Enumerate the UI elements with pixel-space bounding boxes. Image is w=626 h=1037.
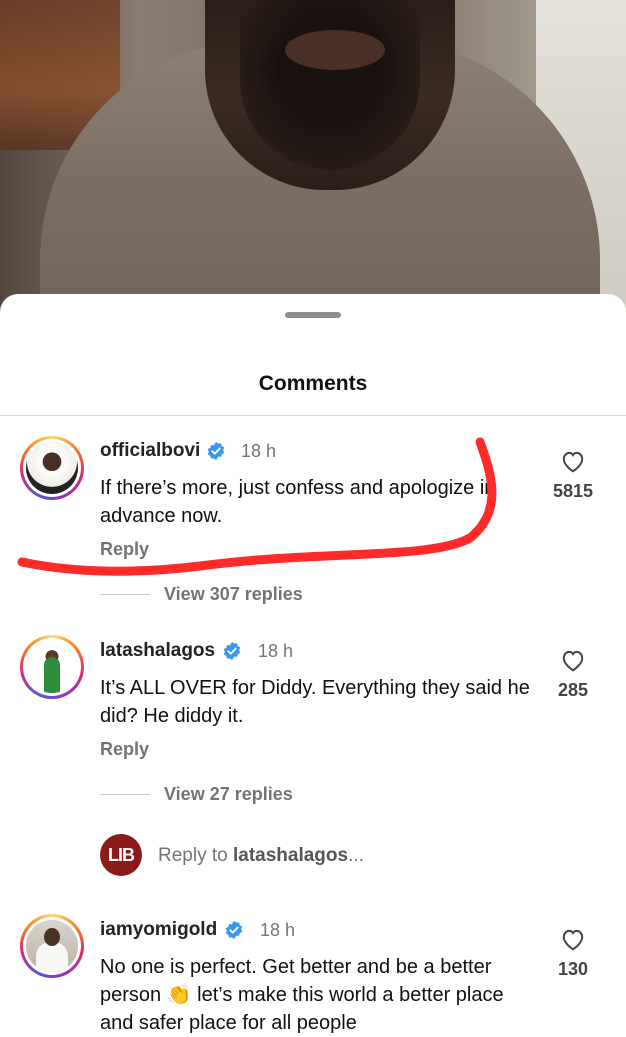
like-count: 130 — [557, 959, 589, 979]
view-replies-button[interactable]: View 27 replies — [164, 784, 293, 805]
view-replies-button[interactable]: View 307 replies — [164, 584, 303, 605]
verified-badge-icon — [207, 441, 225, 461]
reply-button[interactable]: Reply — [100, 739, 149, 760]
reply-to-prefix: Reply to — [158, 845, 233, 866]
comment-text: If there’s more, just confess and apolog… — [100, 477, 496, 527]
comment-text: No one is perfect. Get better and be a b… — [100, 956, 504, 1034]
comment-username[interactable]: iamyomigold — [100, 919, 217, 941]
verified-badge-icon — [223, 641, 241, 661]
verified-badge-icon — [225, 920, 243, 940]
comments-sheet: Comments — [0, 294, 626, 1024]
replies-divider — [100, 794, 150, 795]
sheet-drag-handle[interactable] — [285, 312, 341, 318]
avatar[interactable] — [20, 436, 84, 500]
avatar-image — [26, 641, 78, 693]
sheet-title: Comments — [258, 372, 368, 395]
comment-username[interactable]: officialbovi — [100, 440, 200, 462]
current-user-avatar: LIB — [100, 834, 142, 876]
comment-username[interactable]: latashalagos — [100, 640, 215, 662]
header-divider — [0, 415, 626, 416]
like-count: 5815 — [552, 481, 594, 501]
like-count: 285 — [557, 680, 589, 700]
video-person-lips — [285, 30, 385, 70]
video-background — [0, 0, 626, 320]
avatar-image — [26, 920, 78, 972]
comment-time: 18 h — [258, 641, 294, 661]
replies-divider — [100, 594, 150, 595]
heart-outline-icon[interactable] — [560, 449, 586, 473]
comment-time: 18 h — [260, 920, 296, 940]
reply-to-username: latashalagos — [232, 845, 349, 866]
heart-outline-icon[interactable] — [560, 648, 586, 672]
reply-to-suffix: ... — [348, 845, 364, 866]
avatar[interactable] — [20, 914, 84, 978]
reply-to-prompt[interactable]: Reply to latashalagos... — [158, 845, 364, 867]
comment-text: It’s ALL OVER for Diddy. Everything they… — [100, 677, 530, 727]
heart-outline-icon[interactable] — [560, 927, 586, 951]
avatar[interactable] — [20, 635, 84, 699]
reply-button[interactable]: Reply — [100, 539, 149, 560]
avatar-image — [26, 442, 78, 494]
comment-time: 18 h — [241, 441, 277, 461]
